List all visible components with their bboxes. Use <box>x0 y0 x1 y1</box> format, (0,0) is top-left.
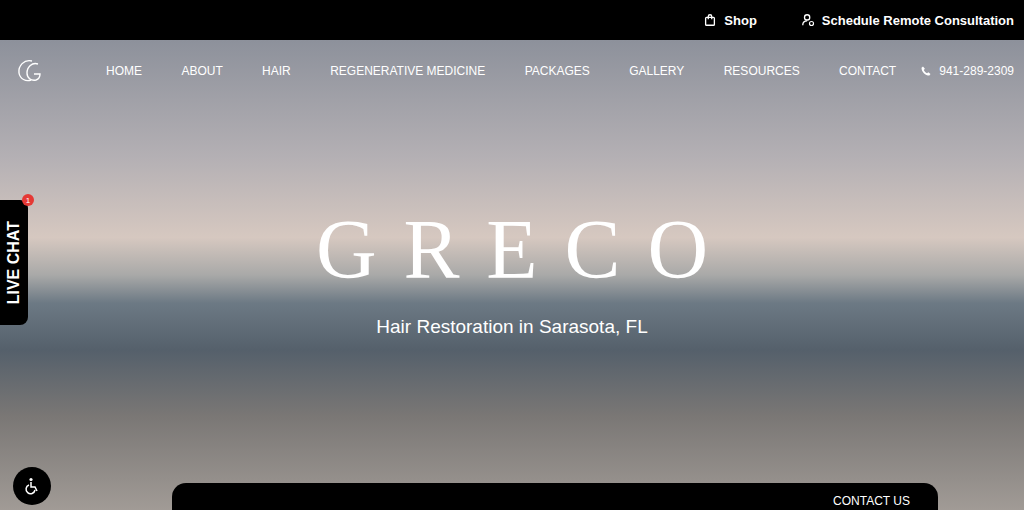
phone-icon <box>920 65 932 77</box>
wheelchair-icon <box>22 476 42 496</box>
nav-item[interactable]: CONTACT <box>839 64 896 78</box>
top-link[interactable]: Shop <box>703 13 757 28</box>
main-nav: HOME ABOUT HAIR REGENERATIVE MEDICINE PACKAG… <box>0 40 1024 102</box>
nav-item[interactable]: ABOUT <box>181 64 222 78</box>
nav-item[interactable]: PACKAGES <box>525 64 590 78</box>
bottom-bar: CONTACT US <box>172 483 938 510</box>
contact-us-button[interactable]: CONTACT US <box>833 486 910 508</box>
hero-subtitle: Hair Restoration in Sarasota, FL <box>376 316 647 338</box>
phone-link[interactable]: 941-289-2309 <box>920 64 1014 78</box>
nav-item[interactable]: GALLERY <box>629 64 684 78</box>
nav-item[interactable]: HAIR <box>262 64 291 78</box>
person-icon <box>801 13 815 27</box>
page: Shop Schedule Remote Consultation HOME ABOU… <box>0 0 1024 510</box>
chat-badge: 1 <box>22 194 34 206</box>
top-link[interactable]: Schedule Remote Consultation <box>801 13 1014 28</box>
shopping-bag-icon <box>703 13 717 27</box>
top-bar: Shop Schedule Remote Consultation <box>0 0 1024 40</box>
nav-item[interactable]: REGENERATIVE MEDICINE <box>330 64 485 78</box>
nav-item[interactable]: RESOURCES <box>724 64 800 78</box>
nav-list: HOME ABOUT HAIR REGENERATIVE MEDICINE PACKAG… <box>44 64 920 78</box>
hero: HOME ABOUT HAIR REGENERATIVE MEDICINE PACKAG… <box>0 40 1024 510</box>
logo-monogram-icon[interactable] <box>14 56 44 86</box>
nav-item[interactable]: HOME <box>106 64 142 78</box>
hero-center: GRECO Hair Restoration in Sarasota, FL <box>0 102 1024 483</box>
accessibility-button[interactable] <box>13 467 51 505</box>
hero-logo: GRECO <box>289 208 735 292</box>
live-chat-tab[interactable]: LIVE CHAT1 <box>0 200 28 325</box>
